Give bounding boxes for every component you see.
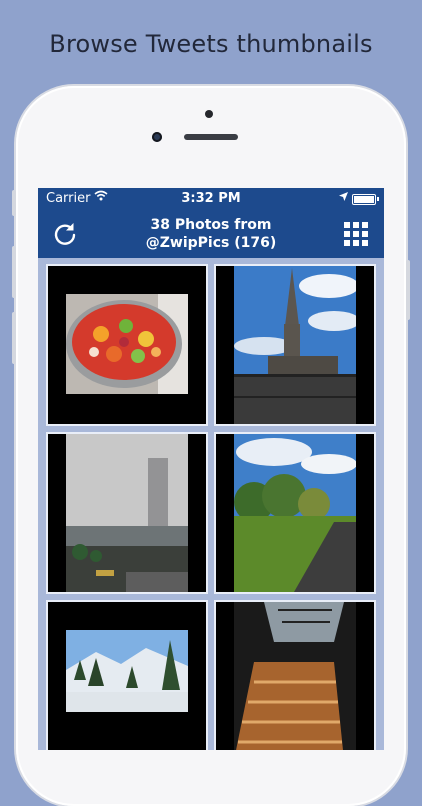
volume-up-button <box>12 246 16 298</box>
headline: Browse Tweets thumbnails <box>49 30 373 58</box>
thumbnail-image <box>66 630 188 712</box>
earpiece-speaker <box>184 134 238 140</box>
title-line-1: 38 Photos from <box>150 217 272 233</box>
refresh-icon[interactable] <box>52 221 78 247</box>
status-time: 3:32 PM <box>181 191 241 206</box>
thumbnail-image <box>234 266 356 424</box>
title-line-2: @ZwipPics (176) <box>145 235 277 251</box>
power-button <box>406 260 410 320</box>
navigation-bar: 38 Photos from @ZwipPics (176) <box>38 210 384 258</box>
thumbnail-image <box>234 602 356 750</box>
location-arrow-icon <box>339 191 348 204</box>
grid-icon[interactable] <box>344 222 368 246</box>
thumbnail-6[interactable] <box>216 602 374 750</box>
thumbnail-image <box>234 434 356 592</box>
volume-down-button <box>12 312 16 364</box>
thumbnail-image <box>66 294 188 394</box>
mute-switch <box>12 190 16 216</box>
page-title: 38 Photos from @ZwipPics (176) <box>98 216 324 252</box>
thumbnail-5[interactable] <box>48 602 206 750</box>
battery-icon <box>352 194 379 205</box>
proximity-sensor <box>205 110 213 118</box>
app-screen: Carrier 3:32 PM 38 Photos from @ZwipPics… <box>38 188 384 750</box>
thumbnail-image <box>66 434 188 592</box>
thumbnail-4[interactable] <box>216 434 374 592</box>
status-bar: Carrier 3:32 PM <box>38 188 384 210</box>
front-camera <box>152 132 162 142</box>
thumbnail-1[interactable] <box>48 266 206 424</box>
thumbnail-2[interactable] <box>216 266 374 424</box>
thumbnail-3[interactable] <box>48 434 206 592</box>
